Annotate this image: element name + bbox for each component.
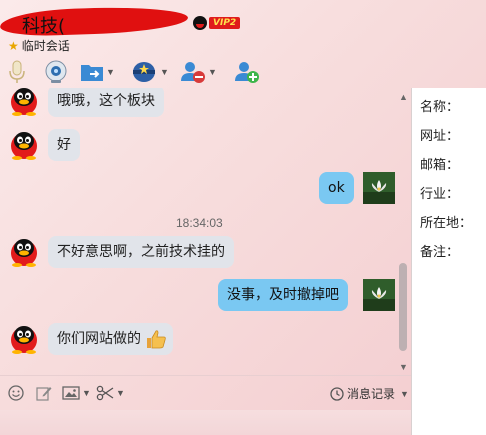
info-field-industry: 行业： [420,187,460,202]
info-field-location: 所在地： [420,216,473,231]
lotus-avatar[interactable] [363,279,395,311]
chevron-down-icon[interactable]: ▼ [106,67,115,77]
info-field-notes: 备注： [420,245,460,260]
qq-avatar[interactable] [8,235,40,267]
chat-scrollbar[interactable]: ▲ ▼ [396,88,411,375]
thumbs-up-icon [147,330,166,349]
chevron-down-icon[interactable]: ▼ [82,388,91,398]
message-bubble[interactable]: 不好意思啊，之前技术挂的 [48,236,234,268]
message-list[interactable]: 哦哦，这个板块 好 ok 18:34:03 不好意思啊，之前技术挂的 没事，及时… [0,88,411,375]
info-field-website: 网址： [420,129,460,144]
app-center-button[interactable]: ▼ [130,59,169,85]
add-contact-icon [235,62,259,83]
smiley-icon [8,385,24,401]
chevron-down-icon[interactable]: ▼ [208,67,217,77]
session-type-label: 临时会话 [21,39,70,53]
title-bar: 科技( VIP2 ★ 临时会话 [0,0,486,56]
qq-penguin-icon [193,16,207,30]
scroll-thumb[interactable] [399,263,407,351]
vip-badge[interactable]: VIP2 [193,16,241,30]
info-field-email: 邮箱： [420,158,460,173]
file-transfer-icon [81,65,103,81]
screenshot-button[interactable]: ▼ [96,385,125,401]
chevron-down-icon[interactable]: ▼ [116,388,125,398]
microphone-icon [9,60,25,83]
message-bubble[interactable]: 哦哦，这个板块 [48,88,164,117]
scroll-down-icon[interactable]: ▼ [399,362,408,372]
message-history-button[interactable]: 消息记录 ▼ [330,385,409,402]
emoji-button[interactable] [8,385,24,401]
remove-contact-button[interactable]: ▼ [180,59,217,85]
microphone-button[interactable] [8,59,26,85]
add-contact-button[interactable] [234,59,260,85]
input-toolbar: ▼ ▼ 消息记录 ▼ [0,375,411,409]
session-type: ★ 临时会话 [8,37,70,54]
scissors-icon [96,385,114,401]
remove-contact-icon [181,62,205,83]
send-image-button[interactable]: ▼ [62,385,91,401]
chevron-down-icon: ▼ [400,388,409,399]
text-format-button[interactable] [36,385,52,401]
contact-name: 科技( [22,16,66,37]
vip-level: VIP2 [209,17,241,29]
contact-info-panel: 名称： 网址： 邮箱： 行业： 所在地： 备注： [411,88,486,435]
chat-toolbar: ▼ ▼ ▼ [0,56,486,88]
clock-icon [330,386,344,401]
message-bubble[interactable]: 好 [48,129,80,161]
star-icon: ★ [8,38,19,53]
video-call-button[interactable] [44,59,68,85]
qq-avatar[interactable] [8,88,40,116]
qq-avatar[interactable] [8,128,40,160]
message-bubble[interactable]: 没事，及时撤掉吧 [218,279,348,311]
qq-avatar[interactable] [8,322,40,354]
file-transfer-button[interactable]: ▼ [80,59,115,85]
scroll-up-icon[interactable]: ▲ [399,92,408,102]
message-timestamp: 18:34:03 [176,216,223,230]
info-field-name: 名称： [420,100,460,115]
video-camera-icon [45,60,67,83]
pencil-icon [36,387,52,401]
app-center-icon [133,62,155,82]
message-bubble[interactable]: 你们网站做的 [48,323,173,355]
chevron-down-icon[interactable]: ▼ [160,67,169,77]
input-area[interactable] [0,410,411,435]
message-text: 你们网站做的 [57,331,141,347]
message-bubble[interactable]: ok [319,172,354,204]
image-icon [62,386,80,400]
history-label: 消息记录 [347,387,396,401]
lotus-avatar[interactable] [363,172,395,204]
